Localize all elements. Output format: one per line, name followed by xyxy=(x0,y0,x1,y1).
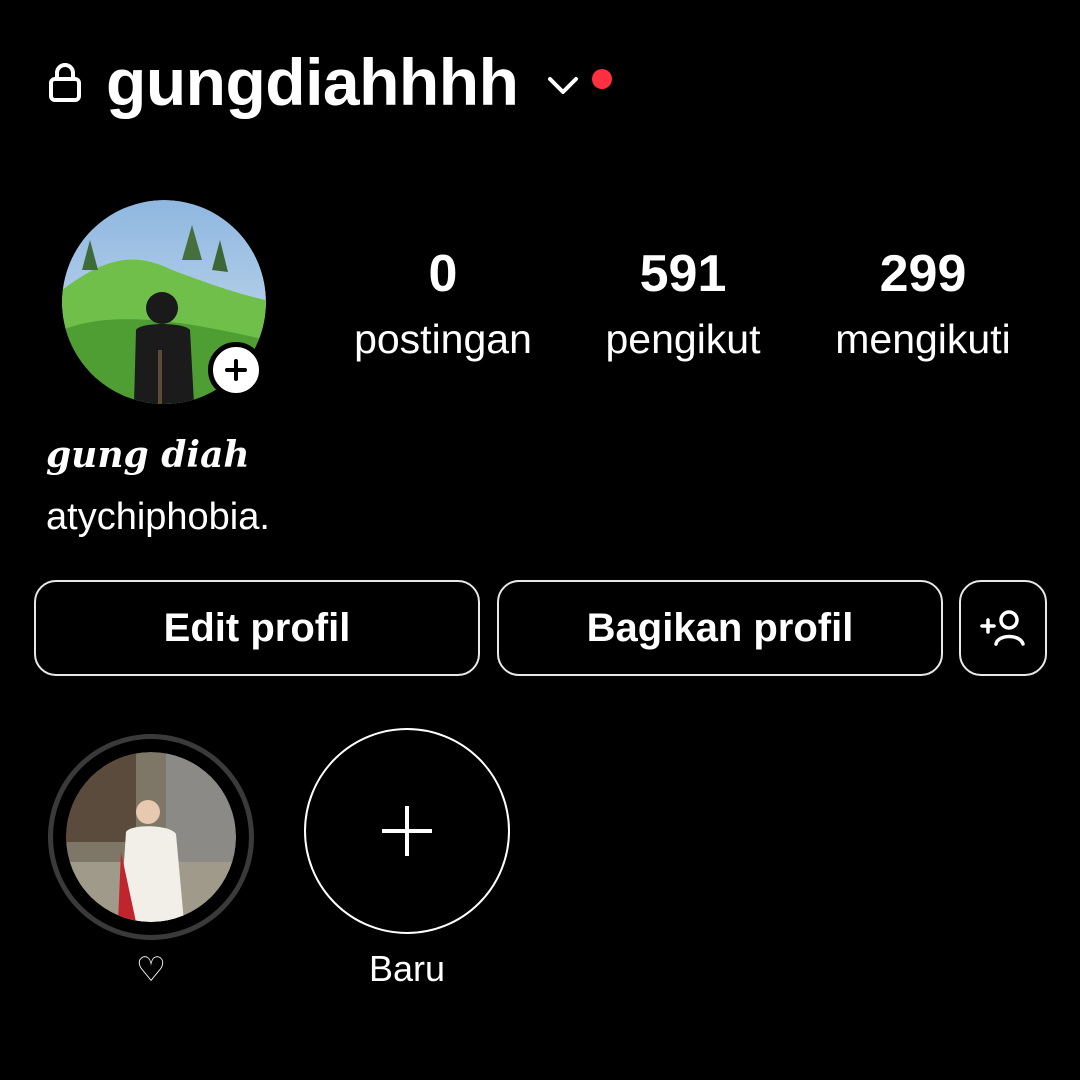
add-story-button[interactable] xyxy=(208,342,264,398)
notification-dot xyxy=(592,69,613,89)
discover-people-button[interactable] xyxy=(959,580,1047,676)
new-highlight-button[interactable] xyxy=(304,728,510,934)
bio-text: atychiphobia. xyxy=(46,496,270,538)
avatar[interactable] xyxy=(62,200,266,404)
following-count: 299 xyxy=(879,245,967,303)
followers-label: pengikut xyxy=(605,316,761,362)
plus-icon xyxy=(382,806,432,856)
share-profile-button[interactable]: Bagikan profil xyxy=(497,580,943,676)
display-name: gung diah xyxy=(46,434,250,476)
add-person-icon xyxy=(980,610,1025,646)
following-label: mengikuti xyxy=(835,316,1011,362)
username[interactable]: gungdiahhhh xyxy=(106,49,519,115)
profile-header: gungdiahhhh xyxy=(48,42,613,122)
plus-icon xyxy=(225,359,247,381)
posts-label: postingan xyxy=(354,316,532,362)
highlight-label: ♡ xyxy=(135,951,167,989)
edit-profile-button[interactable]: Edit profil xyxy=(34,580,480,676)
stat-following[interactable]: 299 mengikuti xyxy=(793,244,1053,364)
followers-count: 591 xyxy=(639,245,727,303)
lock-icon xyxy=(49,63,81,102)
new-highlight-label: Baru xyxy=(368,948,446,989)
profile-page: gungdiahhhh 0 postingan 591 pengikut 299… xyxy=(0,0,1080,1080)
highlight-cover xyxy=(66,752,236,922)
posts-count: 0 xyxy=(428,245,458,303)
stat-posts[interactable]: 0 postingan xyxy=(313,244,573,364)
stat-followers[interactable]: 591 pengikut xyxy=(553,244,813,364)
chevron-down-icon[interactable] xyxy=(546,73,580,97)
